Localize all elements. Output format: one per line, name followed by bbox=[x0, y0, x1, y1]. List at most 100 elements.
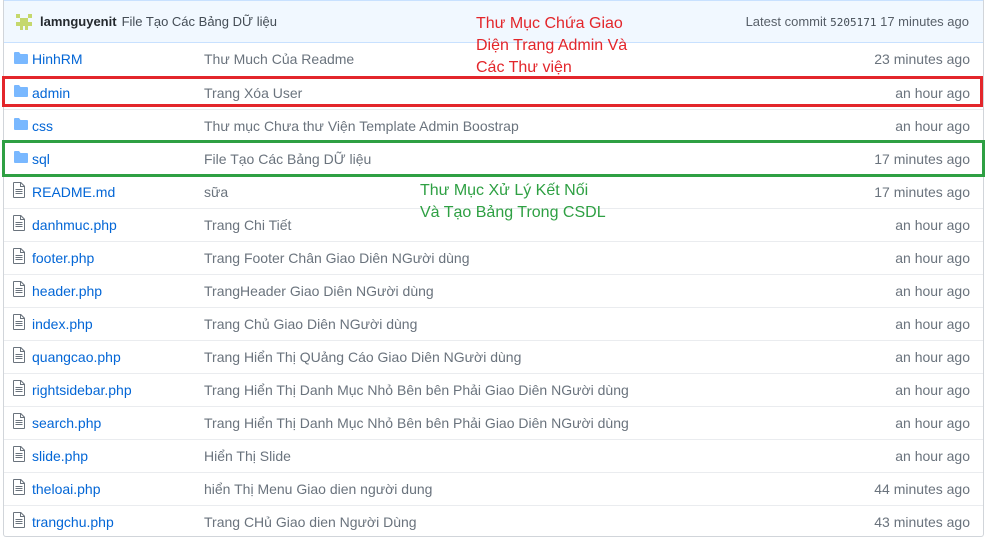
file-row[interactable]: trangchu.php Trang CHủ Giao dien Người Dù… bbox=[4, 505, 983, 536]
red-annotation-line-2: Diện Trang Admin Và bbox=[476, 37, 628, 54]
folder-icon bbox=[4, 109, 32, 142]
commit-message-link[interactable]: Trang Footer Chân Giao Diên NGười dùng bbox=[204, 241, 824, 274]
file-name-link[interactable]: sql bbox=[32, 151, 50, 167]
file-icon bbox=[4, 439, 32, 472]
commit-message-link[interactable]: hiển Thị Menu Giao dien người dung bbox=[204, 472, 824, 505]
file-name-cell: index.php bbox=[32, 307, 204, 340]
commit-age: 17 minutes ago bbox=[874, 150, 970, 167]
commit-author[interactable]: lamnguyenit bbox=[40, 14, 117, 29]
commit-age: an hour ago bbox=[895, 216, 970, 233]
file-icon bbox=[4, 406, 32, 439]
file-icon bbox=[4, 340, 32, 373]
file-name-link[interactable]: header.php bbox=[32, 283, 102, 299]
file-row[interactable]: sql File Tạo Các Bảng DỮ liệu 17 minutes a… bbox=[4, 142, 983, 175]
file-name-cell: theloai.php bbox=[32, 472, 204, 505]
file-row[interactable]: slide.php Hiển Thị Slide an hour ago bbox=[4, 439, 983, 472]
commit-message-link[interactable]: Thư mục Chưa thư Viện Template Admin Boo… bbox=[204, 109, 824, 142]
latest-commit-label: Latest commit bbox=[745, 14, 827, 29]
commit-age: an hour ago bbox=[895, 249, 970, 266]
commit-age: an hour ago bbox=[895, 381, 970, 398]
file-row[interactable]: quangcao.php Trang Hiển Thị QUảng Cáo Gia… bbox=[4, 340, 983, 373]
file-name-cell: search.php bbox=[32, 406, 204, 439]
file-icon bbox=[4, 175, 32, 208]
commit-time: 17 minutes ago bbox=[880, 14, 969, 29]
file-name-link[interactable]: README.md bbox=[32, 184, 115, 200]
file-name-link[interactable]: danhmuc.php bbox=[32, 217, 117, 233]
folder-icon bbox=[4, 76, 32, 109]
file-icon bbox=[4, 208, 32, 241]
red-annotation-line-3: Các Thư viện bbox=[476, 59, 572, 76]
file-name-cell: danhmuc.php bbox=[32, 208, 204, 241]
file-row[interactable]: index.php Trang Chủ Giao Diên NGười dùng a… bbox=[4, 307, 983, 340]
file-name-cell: quangcao.php bbox=[32, 340, 204, 373]
file-name-link[interactable]: theloai.php bbox=[32, 481, 101, 497]
file-name-cell: README.md bbox=[32, 175, 204, 208]
avatar-icon[interactable] bbox=[14, 11, 34, 32]
file-browser: lamnguyenit File Tạo Các Bảng DỮ liệu La… bbox=[3, 0, 984, 537]
file-row[interactable]: footer.php Trang Footer Chân Giao Diên NG… bbox=[4, 241, 983, 274]
file-name-cell: header.php bbox=[32, 274, 204, 307]
file-icon bbox=[4, 274, 32, 307]
file-row[interactable]: theloai.php hiển Thị Menu Giao dien người… bbox=[4, 472, 983, 505]
commit-age: an hour ago bbox=[895, 414, 970, 431]
file-name-link[interactable]: admin bbox=[32, 85, 70, 101]
file-row[interactable]: rightsidebar.php Trang Hiển Thị Danh Mục … bbox=[4, 373, 983, 406]
commit-age: an hour ago bbox=[895, 117, 970, 134]
file-table: HinhRM Thư Much Của Readme 23 minutes ago a… bbox=[4, 43, 983, 536]
commit-age: 43 minutes ago bbox=[874, 513, 970, 530]
commit-message-link[interactable]: Trang Xóa User bbox=[204, 76, 824, 109]
file-name-cell: slide.php bbox=[32, 439, 204, 472]
commit-message-link[interactable]: Trang Hiển Thị Danh Mục Nhỏ Bên bên Phải… bbox=[204, 406, 824, 439]
commit-age: an hour ago bbox=[895, 84, 970, 101]
folder-icon bbox=[4, 43, 32, 76]
file-icon bbox=[4, 241, 32, 274]
commit-message-link[interactable]: File Tạo Các Bảng DỮ liệu bbox=[204, 142, 824, 175]
file-name-link[interactable]: trangchu.php bbox=[32, 514, 114, 530]
file-name-link[interactable]: slide.php bbox=[32, 448, 88, 464]
green-annotation-line-2: Và Tạo Bảng Trong CSDL bbox=[420, 204, 606, 221]
file-icon bbox=[4, 307, 32, 340]
commit-message-link[interactable]: Trang Hiển Thị QUảng Cáo Giao Diên NGười… bbox=[204, 340, 824, 373]
commit-message-link[interactable]: Hiển Thị Slide bbox=[204, 439, 824, 472]
file-name-cell: css bbox=[32, 109, 204, 142]
file-name-cell: admin bbox=[32, 76, 204, 109]
file-name-cell: trangchu.php bbox=[32, 505, 204, 536]
green-annotation-line-1: Thư Mục Xử Lý Kết Nối bbox=[420, 182, 589, 199]
red-annotation-line-1: Thư Mục Chứa Giao bbox=[476, 15, 623, 32]
commit-age: an hour ago bbox=[895, 282, 970, 299]
file-name-link[interactable]: footer.php bbox=[32, 250, 94, 266]
file-row[interactable]: css Thư mục Chưa thư Viện Template Admin … bbox=[4, 109, 983, 142]
file-name-cell: sql bbox=[32, 142, 204, 175]
file-name-link[interactable]: quangcao.php bbox=[32, 349, 121, 365]
commit-age: an hour ago bbox=[895, 315, 970, 332]
red-annotation: Thư Mục Chứa Giao Diện Trang Admin Và Cá… bbox=[476, 13, 627, 79]
file-row[interactable]: header.php TrangHeader Giao Diên NGười dù… bbox=[4, 274, 983, 307]
file-name-link[interactable]: HinhRM bbox=[32, 51, 83, 67]
green-annotation: Thư Mục Xử Lý Kết Nối Và Tạo Bảng Trong … bbox=[420, 180, 606, 224]
commit-age: 17 minutes ago bbox=[874, 183, 970, 200]
commit-message-link[interactable]: TrangHeader Giao Diên NGười dùng bbox=[204, 274, 824, 307]
commit-meta: Latest commit 5205171 17 minutes ago bbox=[746, 14, 969, 29]
file-icon bbox=[4, 505, 32, 536]
folder-icon bbox=[4, 142, 32, 175]
file-name-cell: rightsidebar.php bbox=[32, 373, 204, 406]
commit-message[interactable]: File Tạo Các Bảng DỮ liệu bbox=[122, 14, 277, 29]
file-name-link[interactable]: index.php bbox=[32, 316, 93, 332]
commit-age: 23 minutes ago bbox=[874, 51, 970, 68]
file-icon bbox=[4, 472, 32, 505]
file-row[interactable]: search.php Trang Hiển Thị Danh Mục Nhỏ Bê… bbox=[4, 406, 983, 439]
commit-age: 44 minutes ago bbox=[874, 480, 970, 497]
commit-message-link[interactable]: Trang Hiển Thị Danh Mục Nhỏ Bên bên Phải… bbox=[204, 373, 824, 406]
commit-message-link[interactable]: Trang CHủ Giao dien Người Dùng bbox=[204, 505, 824, 536]
commit-age: an hour ago bbox=[895, 348, 970, 365]
file-name-cell: footer.php bbox=[32, 241, 204, 274]
file-icon bbox=[4, 373, 32, 406]
file-name-cell: HinhRM bbox=[32, 43, 204, 76]
file-row[interactable]: admin Trang Xóa User an hour ago bbox=[4, 76, 983, 109]
commit-message-link[interactable]: Trang Chủ Giao Diên NGười dùng bbox=[204, 307, 824, 340]
file-name-link[interactable]: rightsidebar.php bbox=[32, 382, 132, 398]
file-name-link[interactable]: css bbox=[32, 118, 53, 134]
commit-age: an hour ago bbox=[895, 447, 970, 464]
commit-sha[interactable]: 5205171 bbox=[830, 16, 876, 29]
file-name-link[interactable]: search.php bbox=[32, 415, 101, 431]
